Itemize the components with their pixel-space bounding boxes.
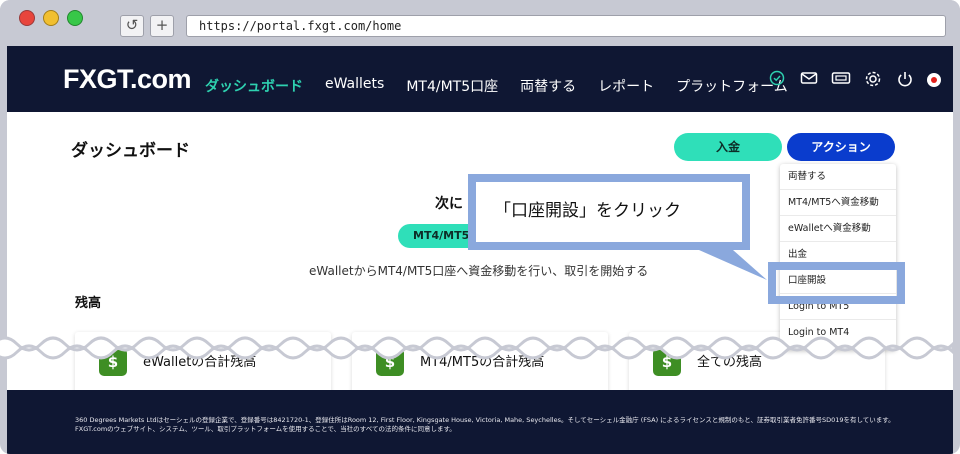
page-cut-wave (0, 336, 953, 360)
new-tab-icon[interactable]: + (150, 15, 174, 37)
site-footer: 360 Degrees Markets Ltdはセーシェルの登録企業で、登録番号… (7, 390, 953, 454)
maximize-window-icon[interactable] (67, 10, 83, 26)
website: FXGT.com ダッシュボード eWallets MT4/MT5口座 両替する… (7, 46, 953, 454)
browser-window: ↺ + https://portal.fxgt.com/home FXGT.co… (0, 0, 960, 454)
open-account-highlight (768, 262, 905, 304)
address-bar[interactable]: https://portal.fxgt.com/home (186, 15, 946, 37)
balance-section-title: 残高 (75, 296, 102, 311)
next-step-description: eWalletからMT4/MT5口座へ資金移動を行い、取引を開始する (309, 264, 649, 278)
dropdown-item-exchange[interactable]: 両替する (780, 164, 896, 190)
dropdown-item-transfer-to-ewallet[interactable]: eWalletへ資金移動 (780, 216, 896, 242)
dropdown-item-transfer-to-mt[interactable]: MT4/MT5へ資金移動 (780, 190, 896, 216)
minimize-window-icon[interactable] (43, 10, 59, 26)
reload-icon[interactable]: ↺ (120, 15, 144, 37)
close-window-icon[interactable] (19, 10, 35, 26)
browser-chrome: ↺ + https://portal.fxgt.com/home (0, 0, 960, 46)
footer-legal-text: 360 Degrees Markets Ltdはセーシェルの登録企業で、登録番号… (75, 416, 895, 433)
